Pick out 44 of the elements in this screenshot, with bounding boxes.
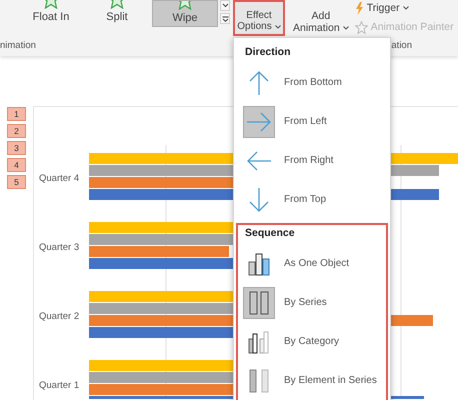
group-label: ation: [391, 40, 412, 53]
animation-order-tag[interactable]: 1: [7, 107, 26, 121]
lightning-icon: [354, 2, 364, 14]
category-label: Quarter 4: [39, 173, 80, 184]
section-heading: Sequence: [244, 226, 296, 241]
animation-gallery-item[interactable]: Float In: [20, 0, 82, 27]
animation-order-tag[interactable]: 3: [7, 141, 26, 155]
chevron-down-icon: [222, 3, 228, 8]
more-button[interactable]: [220, 13, 230, 24]
section-heading: Direction: [244, 45, 292, 60]
menu-item[interactable]: From Top: [243, 180, 386, 219]
group-label: nimation: [0, 40, 36, 53]
arrow-down-icon: [248, 186, 270, 212]
category-label: Quarter 1: [39, 380, 80, 391]
columns-icon: [248, 290, 270, 316]
add-animation-button[interactable]: Add Animation: [293, 0, 349, 36]
menu-item[interactable]: From Right: [243, 141, 386, 180]
menu-item[interactable]: As One Object: [243, 244, 386, 283]
menu-item[interactable]: By Series: [243, 283, 386, 322]
category-label: Quarter 3: [39, 242, 80, 253]
caret-icon: [342, 26, 349, 30]
animation-order-tag[interactable]: 5: [7, 175, 26, 189]
expand-icon: [222, 16, 228, 22]
menu-item[interactable]: By Category: [243, 322, 386, 361]
animation-gallery-item[interactable]: Split: [86, 0, 148, 27]
caret-icon: [402, 6, 409, 10]
menu-item[interactable]: From Bottom: [243, 63, 386, 102]
animation-gallery-item[interactable]: Wipe: [152, 0, 218, 27]
animation-order-tag[interactable]: 4: [7, 158, 26, 172]
menu-item[interactable]: From Left: [243, 102, 386, 141]
menu-item[interactable]: By Element in Series: [243, 361, 386, 400]
caret-icon: [274, 24, 281, 28]
arrow-left-icon: [246, 150, 272, 172]
column-chart-icon: [248, 252, 270, 276]
arrow-right-icon: [246, 110, 272, 132]
effect-options-button[interactable]: Effect Options: [233, 0, 285, 36]
columns-icon: [248, 368, 270, 394]
column-chart-icon: [248, 330, 270, 354]
animation-order-tag[interactable]: 2: [7, 124, 26, 138]
star-icon: [354, 20, 368, 34]
arrow-up-icon: [248, 70, 270, 96]
trigger-button[interactable]: Trigger: [354, 1, 454, 15]
category-label: Quarter 2: [39, 311, 80, 322]
scroll-up-button[interactable]: [220, 0, 230, 11]
